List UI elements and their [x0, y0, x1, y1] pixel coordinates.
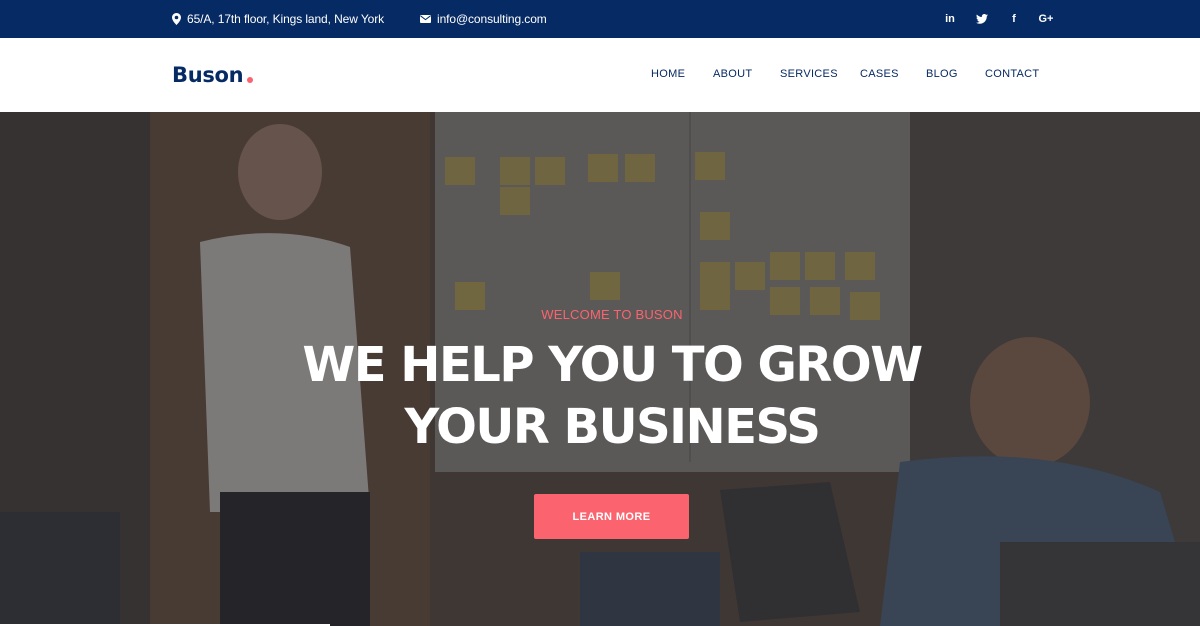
map-marker-icon	[172, 13, 181, 25]
hero-section: WELCOME TO BUSON WE HELP YOU TO GROW YOU…	[0, 112, 1200, 626]
nav-cases[interactable]: CASES	[860, 68, 899, 80]
hero-headline: WE HELP YOU TO GROW YOUR BUSINESS	[0, 334, 1200, 458]
site-header: Buson HOME ABOUT SERVICES CASES BLOG CON…	[0, 38, 1200, 112]
linkedin-icon[interactable]: in	[940, 9, 960, 29]
email-text[interactable]: info@consulting.com	[437, 12, 547, 26]
hero-headline-line1: WE HELP YOU TO GROW	[302, 337, 923, 393]
google-plus-icon[interactable]: G+	[1036, 9, 1056, 29]
top-bar: 65/A, 17th floor, Kings land, New York i…	[0, 0, 1200, 38]
main-nav: HOME ABOUT SERVICES CASES BLOG CONTACT	[0, 38, 1200, 112]
email-info[interactable]: info@consulting.com	[420, 0, 547, 38]
nav-blog[interactable]: BLOG	[926, 68, 958, 80]
nav-services[interactable]: SERVICES	[780, 68, 838, 80]
twitter-icon[interactable]	[972, 9, 992, 29]
facebook-icon[interactable]: f	[1004, 9, 1024, 29]
social-links: in f G+	[940, 0, 1068, 38]
nav-about[interactable]: ABOUT	[713, 68, 752, 80]
address-info: 65/A, 17th floor, Kings land, New York	[172, 0, 384, 38]
hero-subtitle: WELCOME TO BUSON	[541, 307, 683, 322]
learn-more-button[interactable]: LEARN MORE	[534, 494, 689, 539]
address-text: 65/A, 17th floor, Kings land, New York	[187, 12, 384, 26]
envelope-icon	[420, 15, 431, 23]
nav-home[interactable]: HOME	[651, 68, 685, 80]
nav-contact[interactable]: CONTACT	[985, 68, 1039, 80]
hero-headline-line2: YOUR BUSINESS	[404, 399, 821, 455]
